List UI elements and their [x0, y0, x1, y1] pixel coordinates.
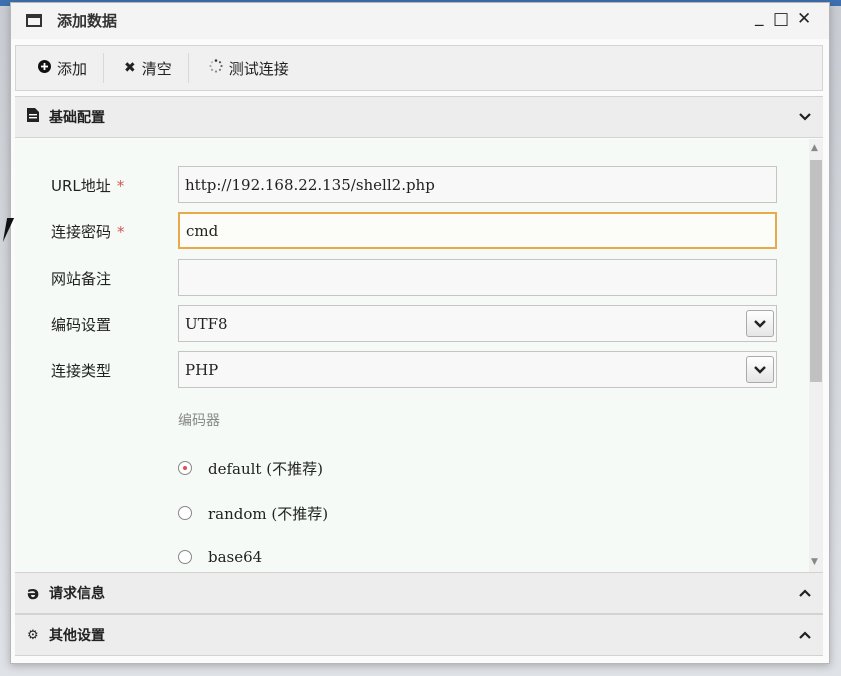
- file-icon: [27, 108, 39, 126]
- spinner-icon: [209, 59, 223, 77]
- section-other-settings[interactable]: ⚙ 其他设置: [15, 614, 823, 656]
- radio-button[interactable]: [178, 461, 192, 475]
- add-data-window: 添加数据 _ □ ✕ 添加 ✖ 清空 测试连接 基础配置 URL地址 * htt…: [10, 2, 830, 664]
- toolbar: 添加 ✖ 清空 测试连接: [15, 45, 823, 91]
- url-field[interactable]: [178, 166, 777, 203]
- test-connection-button[interactable]: 测试连接: [189, 52, 305, 84]
- encoding-label: 编码设置: [51, 316, 112, 334]
- window-icon: [26, 14, 42, 27]
- maximize-button[interactable]: □: [773, 9, 789, 29]
- section-request-label: 请求信息: [49, 586, 105, 602]
- chevron-down-icon[interactable]: [746, 310, 774, 337]
- add-button-label: 添加: [57, 59, 88, 78]
- section-basic-label: 基础配置: [49, 110, 105, 126]
- url-label: URL地址 *: [51, 177, 125, 195]
- chevron-down-icon: [799, 110, 811, 125]
- conn-type-select[interactable]: PHP: [178, 351, 777, 388]
- note-field[interactable]: [178, 259, 777, 296]
- url-row: URL地址 *: [15, 166, 795, 204]
- encoder-label: 编码器: [178, 413, 220, 429]
- note-row: 网站备注: [15, 259, 795, 297]
- plus-circle-icon: [38, 59, 51, 77]
- x-icon: ✖: [124, 60, 136, 76]
- encoder-option-label: base64: [208, 548, 263, 566]
- radio-button[interactable]: [178, 550, 192, 564]
- radio-button[interactable]: [178, 506, 192, 520]
- section-basic-config[interactable]: 基础配置: [15, 96, 823, 138]
- ie-icon: ə: [27, 582, 40, 604]
- encoding-select[interactable]: UTF8: [178, 305, 777, 342]
- password-field[interactable]: [178, 212, 777, 249]
- note-label: 网站备注: [51, 270, 112, 288]
- clear-button-label: 清空: [141, 59, 172, 78]
- encoder-option-base64[interactable]: base64: [178, 545, 262, 569]
- required-marker: *: [117, 223, 125, 241]
- window-title: 添加数据: [57, 12, 118, 30]
- conn-type-row: 连接类型 PHP: [15, 351, 795, 389]
- vertical-scrollbar[interactable]: ▲ ▼: [809, 139, 823, 574]
- section-request-info[interactable]: ə 请求信息: [15, 572, 823, 614]
- clear-button[interactable]: ✖ 清空: [104, 52, 188, 84]
- encoder-option-default[interactable]: default (不推荐): [178, 456, 323, 480]
- chevron-up-icon: [799, 586, 811, 601]
- chevron-up-icon: [799, 628, 811, 643]
- encoding-row: 编码设置 UTF8: [15, 305, 795, 343]
- titlebar: 添加数据 _ □ ✕: [11, 3, 829, 39]
- section-other-label: 其他设置: [49, 628, 105, 644]
- basic-config-panel: URL地址* 连接密码* 网站备注 编码设置 UTF8 连接类型 PHP: [15, 139, 823, 574]
- chevron-down-icon[interactable]: [746, 356, 774, 383]
- password-row: 连接密码 *: [15, 212, 795, 250]
- gears-icon: ⚙: [27, 627, 39, 643]
- scroll-down-arrow-icon[interactable]: ▼: [811, 557, 818, 567]
- encoding-value: UTF8: [185, 315, 228, 333]
- encoder-option-label: random (不推荐): [208, 504, 329, 523]
- test-connection-label: 测试连接: [228, 59, 289, 78]
- scroll-thumb[interactable]: [810, 160, 822, 382]
- conn-type-label: 连接类型: [51, 362, 112, 380]
- minimize-button[interactable]: _: [755, 7, 764, 27]
- scroll-up-arrow-icon[interactable]: ▲: [811, 143, 818, 153]
- required-marker: *: [116, 177, 125, 195]
- encoder-option-label: default (不推荐): [208, 459, 323, 478]
- password-label: 连接密码 *: [51, 223, 125, 241]
- add-button[interactable]: 添加: [16, 52, 103, 84]
- close-button[interactable]: ✕: [797, 9, 811, 29]
- conn-type-value: PHP: [185, 361, 219, 379]
- encoder-option-random[interactable]: random (不推荐): [178, 501, 328, 525]
